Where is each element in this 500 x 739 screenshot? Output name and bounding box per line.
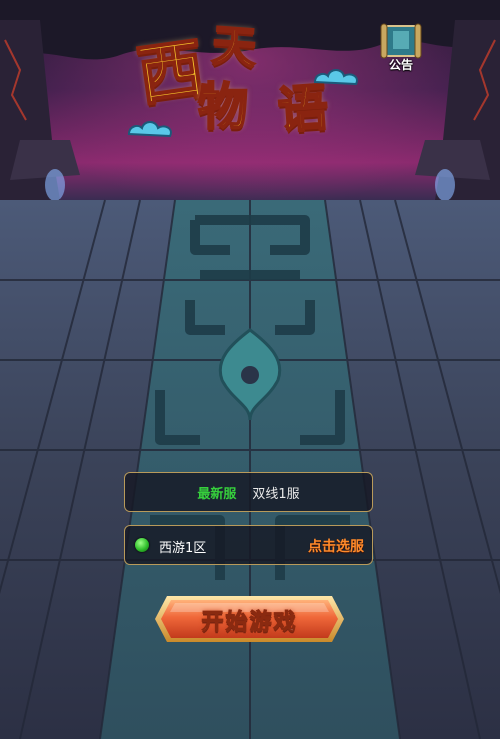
notice-button[interactable]: 公告 bbox=[378, 22, 424, 72]
cloud-icon bbox=[127, 121, 172, 138]
logo-char-2: 天 bbox=[209, 20, 258, 76]
server-line-name: 双线1服 bbox=[252, 486, 300, 502]
newest-server-tag: 最新服 bbox=[197, 486, 237, 502]
start-game-button[interactable]: 开始游戏 bbox=[153, 590, 346, 648]
notice-label: 公告 bbox=[388, 58, 413, 72]
cloud-icon bbox=[313, 69, 358, 86]
zone-name: 西游1区 bbox=[159, 541, 207, 556]
server-status-icon bbox=[135, 538, 149, 552]
logo-char-3: 物 bbox=[197, 78, 249, 136]
start-game-label: 开始游戏 bbox=[201, 610, 298, 636]
zone-select-panel[interactable]: 西游1区 点击选服 bbox=[124, 525, 373, 565]
server-line-panel[interactable]: 最新服 双线1服 bbox=[124, 472, 373, 512]
select-server-link[interactable]: 点击选服 bbox=[308, 536, 364, 556]
game-title-logo: 西 天 物 语 bbox=[127, 18, 370, 146]
